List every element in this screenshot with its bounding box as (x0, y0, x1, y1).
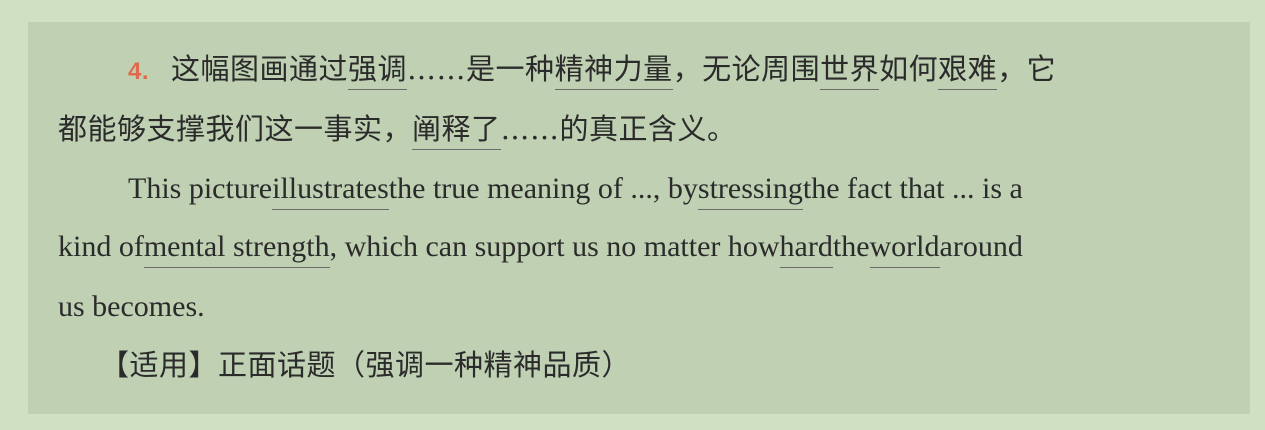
usage-label: 【适用】 (100, 348, 219, 382)
english-line-1: This picture illustrates the true meanin… (128, 172, 1023, 210)
text-segment: ……是一种 (407, 52, 555, 86)
item-number: 4. (128, 58, 150, 85)
usage-text: 正面话题（强调一种精神品质） (218, 348, 632, 382)
underlined-phrase: 世界 (820, 55, 880, 90)
text-segment: 这幅图画通过 (171, 52, 349, 86)
text-segment: kind of (58, 230, 144, 263)
underlined-phrase: 强调 (348, 55, 408, 90)
text-segment: the fact that ... is a (802, 172, 1023, 205)
text-segment: around (939, 230, 1023, 263)
underlined-phrase: 阐释了 (412, 115, 501, 150)
underlined-phrase: world (869, 232, 940, 268)
underlined-phrase: mental strength (143, 232, 330, 268)
english-line-2: kind of mental strength, which can suppo… (58, 230, 1023, 268)
text-segment: us becomes. (58, 290, 205, 323)
underlined-phrase: hard (779, 232, 833, 268)
english-line-3: us becomes. (58, 290, 205, 324)
underlined-phrase: 艰难 (938, 55, 998, 90)
underlined-phrase: stressing (697, 174, 803, 210)
underlined-phrase: 精神力量 (554, 55, 673, 90)
text-segment: 如何 (879, 52, 939, 86)
underlined-phrase: illustrates (272, 174, 389, 210)
text-segment: This picture (128, 172, 273, 205)
text-segment: the (832, 230, 870, 263)
text-segment: ，它 (997, 52, 1057, 86)
chinese-line-2: 都能够支撑我们这一事实，阐释了……的真正含义。 (58, 112, 737, 150)
text-segment: ，无论周围 (672, 52, 821, 86)
text-segment: ……的真正含义。 (500, 112, 737, 146)
text-segment: the true meaning of ..., by (388, 172, 698, 205)
text-segment: 都能够支撑我们这一事实， (58, 112, 413, 146)
chinese-line-1: 4. 这幅图画通过强调……是一种精神力量，无论周围世界如何艰难，它 (128, 52, 1056, 90)
usage-line: 【适用】正面话题（强调一种精神品质） (100, 348, 631, 382)
text-segment: , which can support us no matter how (329, 230, 780, 263)
